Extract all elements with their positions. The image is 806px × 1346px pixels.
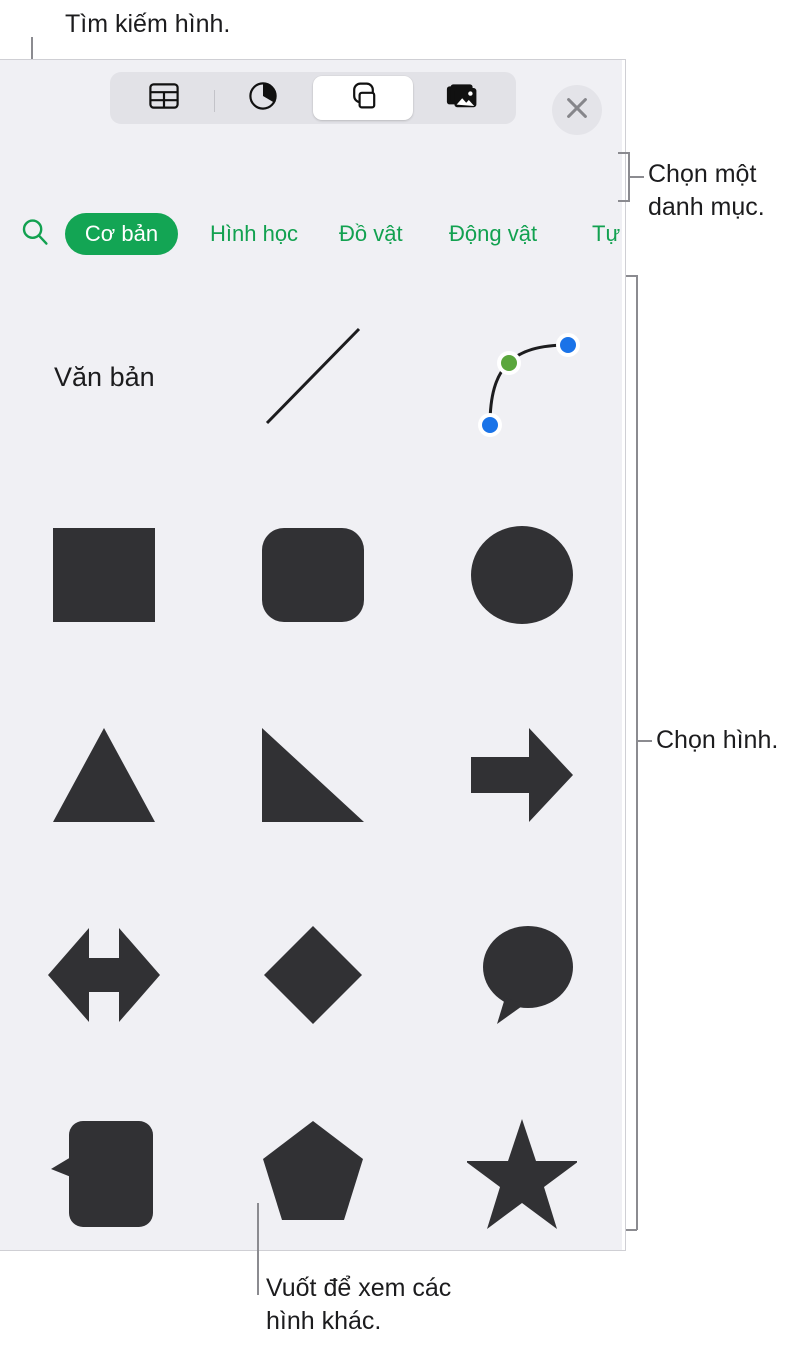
right-arrow-shape-icon bbox=[467, 720, 577, 835]
curve-end-handle bbox=[559, 336, 576, 353]
shape-cell-right-arrow[interactable] bbox=[417, 677, 625, 877]
category-tab-dong-vat[interactable]: Động vật bbox=[435, 213, 551, 255]
panel-right-edge bbox=[622, 60, 625, 1250]
shape-cell-rounded-rectangle[interactable] bbox=[209, 477, 418, 677]
rounded-rectangle-shape-icon bbox=[258, 520, 368, 635]
curve-shape-icon bbox=[452, 305, 592, 450]
category-tab-label: Cơ bản bbox=[84, 221, 159, 246]
shape-cell-ellipse[interactable] bbox=[417, 477, 625, 677]
speech-bubble-shape-icon bbox=[467, 920, 577, 1035]
shape-cell-star[interactable] bbox=[417, 1077, 625, 1250]
shape-cell-diamond[interactable] bbox=[209, 877, 418, 1077]
toolbar-item-chart[interactable] bbox=[214, 76, 314, 120]
toolbar-item-table[interactable] bbox=[114, 76, 214, 120]
annotation-swipe-label: Vuốt để xem các hình khác. bbox=[266, 1274, 452, 1335]
shape-row bbox=[0, 677, 625, 877]
annotation-category-bracket-arm-top bbox=[618, 152, 629, 154]
text-shape-label: Văn bản bbox=[54, 361, 155, 392]
table-icon bbox=[149, 82, 179, 114]
chart-icon bbox=[248, 81, 278, 116]
shape-cell-text[interactable]: Văn bản bbox=[0, 277, 209, 477]
annotation-shape-label: Chọn hình. bbox=[656, 726, 779, 754]
curve-start-handle bbox=[481, 416, 498, 433]
shape-cell-rounded-callout[interactable] bbox=[0, 1077, 209, 1250]
rounded-callout-shape-icon bbox=[49, 1115, 159, 1240]
shape-cell-pentagon[interactable] bbox=[209, 1077, 418, 1250]
annotation-shape-bracket-arm-top bbox=[626, 275, 637, 277]
annotation-category-bracket-arm-bottom bbox=[618, 200, 629, 202]
shape-row: Văn bản bbox=[0, 277, 625, 477]
shapes-icon bbox=[347, 81, 379, 116]
toolbar-item-media[interactable] bbox=[413, 76, 513, 120]
search-button[interactable] bbox=[16, 215, 54, 253]
annotation-category-leader-line bbox=[628, 176, 644, 178]
shape-cell-double-arrow[interactable] bbox=[0, 877, 209, 1077]
close-button[interactable] bbox=[552, 85, 602, 135]
shapes-panel: Cơ bản Hình học Đồ vật Động vật Tự Văn b… bbox=[0, 59, 626, 1251]
search-icon bbox=[19, 216, 51, 253]
star-shape-icon bbox=[464, 1115, 579, 1240]
shape-row bbox=[0, 477, 625, 677]
category-tab-hinh-hoc[interactable]: Hình học bbox=[196, 213, 312, 255]
category-tab-co-ban[interactable]: Cơ bản bbox=[65, 213, 178, 255]
category-tab-label: Đồ vật bbox=[339, 221, 403, 246]
annotation-shape-leader-line bbox=[636, 740, 652, 742]
annotation-swipe-leader-line bbox=[257, 1203, 259, 1295]
category-tab-do-vat[interactable]: Đồ vật bbox=[325, 213, 417, 255]
rectangle-shape-icon bbox=[49, 520, 159, 635]
right-triangle-shape-icon bbox=[258, 720, 368, 835]
ellipse-shape-icon bbox=[467, 520, 577, 635]
category-tab-tu[interactable]: Tự bbox=[578, 213, 625, 255]
toolbar-divider bbox=[214, 90, 215, 112]
category-tab-row: Cơ bản Hình học Đồ vật Động vật Tự bbox=[0, 205, 625, 263]
shape-cell-right-triangle[interactable] bbox=[209, 677, 418, 877]
double-arrow-shape-icon bbox=[44, 920, 164, 1035]
pentagon-shape-icon bbox=[258, 1115, 368, 1240]
line-shape-icon bbox=[253, 315, 373, 440]
annotation-shape-bracket-arm-bottom bbox=[626, 1229, 637, 1231]
shape-cell-curve[interactable] bbox=[417, 277, 625, 477]
shape-cell-triangle[interactable] bbox=[0, 677, 209, 877]
shapes-grid: Văn bản bbox=[0, 277, 625, 1250]
annotation-shape-bracket-spine bbox=[636, 275, 638, 1230]
insert-type-segmented-control[interactable] bbox=[110, 72, 516, 124]
shape-row bbox=[0, 877, 625, 1077]
annotation-search-label: Tìm kiếm hình. bbox=[65, 10, 231, 38]
shape-cell-line[interactable] bbox=[209, 277, 418, 477]
media-icon bbox=[446, 83, 478, 114]
close-icon bbox=[564, 95, 590, 126]
category-tab-label: Tự bbox=[592, 221, 621, 246]
shape-cell-speech-bubble[interactable] bbox=[417, 877, 625, 1077]
panel-toolbar bbox=[0, 60, 625, 137]
category-tab-label: Hình học bbox=[210, 221, 299, 246]
diamond-shape-icon bbox=[258, 920, 368, 1035]
toolbar-item-shape[interactable] bbox=[313, 76, 413, 120]
annotation-category-label: Chọn một danh mục. bbox=[648, 160, 765, 221]
shape-cell-rectangle[interactable] bbox=[0, 477, 209, 677]
category-tab-label: Động vật bbox=[449, 221, 538, 246]
triangle-shape-icon bbox=[49, 720, 159, 835]
curve-control-handle bbox=[500, 354, 517, 371]
shape-row bbox=[0, 1077, 625, 1250]
